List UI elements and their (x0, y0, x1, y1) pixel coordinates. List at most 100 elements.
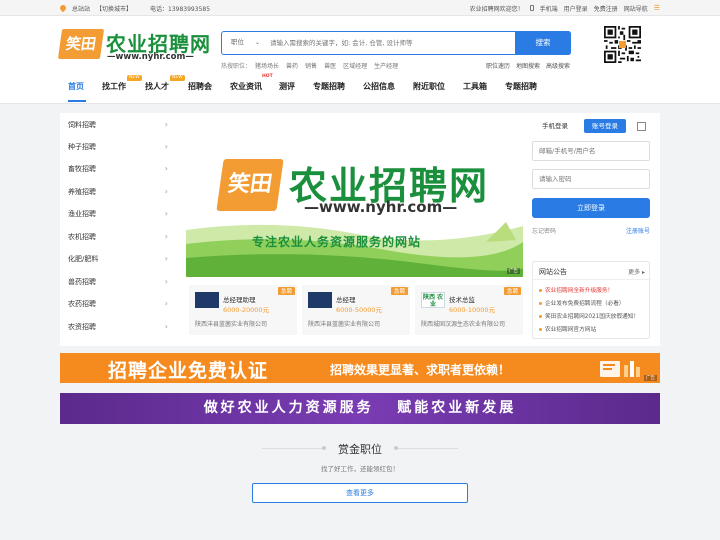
divider (533, 279, 651, 280)
sidebar-item-label: 种子招聘 (68, 143, 96, 151)
hot-word[interactable]: 兽医 (324, 61, 336, 70)
mobile-link[interactable]: 手机端 (540, 4, 558, 13)
mobile-phone-icon (529, 5, 534, 11)
chevron-down-icon: ⌄ (254, 39, 260, 46)
login-button[interactable]: 立即登录 (532, 198, 650, 218)
company-logo (195, 292, 219, 308)
nav-public-recruit[interactable]: 公招信息 (363, 81, 395, 92)
menu-icon[interactable]: ☰ (654, 4, 660, 12)
site-logo[interactable]: 笑田 农业招聘网 —www.nyhr.com— (57, 28, 210, 64)
company-logo (308, 292, 332, 308)
nav-assessment[interactable]: 测评 (279, 81, 295, 92)
site-nav-link[interactable]: 网站导航 (624, 4, 648, 13)
notice-item[interactable]: 农业招聘网官方网站 (539, 324, 596, 333)
ad-banner-certification[interactable]: 招聘企业免费认证 招聘效果更显著、求职者更依赖！ 广告 (60, 353, 660, 383)
notice-item[interactable]: 笑田农业招聘网2021国庆放假通知！ (539, 311, 639, 320)
sidebar-item-label: 畜牧招聘 (68, 165, 96, 173)
hot-word[interactable]: 兽药 (286, 61, 298, 70)
category-sidebar: 饲料招聘 › 种子招聘 › 畜牧招聘 › 养殖招聘 › 渔业招聘 › 农机招聘 › 化肥/肥… (60, 113, 178, 346)
section-title: 赏金职位 (338, 443, 382, 456)
user-login-link[interactable]: 用户登录 (564, 4, 588, 13)
forgot-password-link[interactable]: 忘记密码 (532, 226, 556, 235)
hot-word[interactable]: 销售 (305, 61, 317, 70)
nav-special-recruit[interactable]: 专题招聘 (313, 81, 345, 92)
nav-active-indicator (68, 100, 86, 102)
main-nav: 首页 找工作 NEW 找人才 NEW 招聘会 农业资讯 测评 HOT 专题招聘 … (0, 72, 720, 104)
register-link[interactable]: 注册账号 (626, 226, 650, 235)
search-input[interactable] (270, 32, 510, 53)
sidebar-item-vet-drug[interactable]: 兽药招聘 › (68, 271, 168, 293)
search-bar: 职位 ⌄ 搜索 (221, 30, 571, 55)
banner-url: —www.nyhr.com— (304, 198, 458, 216)
top-bar: 总站站 【切换城市】 电话：13983993585 农业招聘网欢迎您！ 手机端 … (0, 0, 720, 16)
username-field[interactable] (532, 141, 650, 161)
notice-item[interactable]: 企业发布免费招聘流程（必看） (539, 298, 625, 307)
site-label: 总站站 (72, 5, 91, 13)
search-category-select[interactable]: 职位 ⌄ (222, 32, 266, 53)
resume-link[interactable]: 职位速历 (486, 61, 510, 70)
search-button[interactable]: 搜索 (515, 30, 571, 55)
nav-home[interactable]: 首页 (68, 81, 84, 92)
sidebar-item-pesticide[interactable]: 农药招聘 › (68, 293, 168, 315)
nav-find-talent[interactable]: 找人才 (145, 81, 169, 92)
sidebar-item-machinery[interactable]: 农机招聘 › (68, 226, 168, 248)
view-more-button[interactable]: 查看更多 (252, 483, 468, 503)
sidebar-item-fertilizer[interactable]: 化肥/肥料 › (68, 248, 168, 270)
map-search-link[interactable]: 地图搜索 (516, 61, 540, 70)
sidebar-item-livestock[interactable]: 畜牧招聘 › (68, 158, 168, 180)
sidebar-item-seed[interactable]: 种子招聘 › (68, 136, 168, 158)
sidebar-item-label: 养殖招聘 (68, 188, 96, 196)
chevron-right-icon: › (164, 277, 168, 286)
tab-account-login[interactable]: 账号登录 (584, 119, 626, 133)
job-company: 陕西城固汉源生态农业有限公司 (421, 321, 506, 328)
nav-news[interactable]: 农业资讯 (230, 81, 262, 92)
sidebar-item-agri-supply[interactable]: 农资招聘 › (68, 316, 168, 338)
notice-item[interactable]: 农业招聘网全新升级服务！ (539, 285, 613, 294)
chevron-right-icon: › (164, 232, 168, 241)
chevron-right-icon: › (164, 164, 168, 173)
login-panel: 手机登录 账号登录 立即登录 忘记密码 注册账号 网站公告 更多 ▸ 农业招聘网… (532, 113, 660, 346)
ad-illustration (600, 361, 640, 377)
ad-banner-hr-service[interactable]: 做好农业人力资源服务 赋能农业新发展 (60, 393, 660, 424)
advanced-search-link[interactable]: 高级搜索 (546, 61, 570, 70)
job-salary: 6000-20000元 (223, 306, 270, 314)
nav-special-recruit-2[interactable]: 专题招聘 (505, 81, 537, 92)
tab-mobile-login[interactable]: 手机登录 (534, 119, 576, 133)
job-title: 总经理 (336, 296, 356, 304)
sidebar-item-feed[interactable]: 饲料招聘 › (68, 114, 168, 136)
section-subtitle: 找了好工作，还能领红包！ (321, 465, 399, 473)
chevron-right-icon: › (164, 322, 168, 331)
logo-badge: 笑田 (57, 29, 105, 59)
urgent-tag: 急聘 (503, 287, 521, 295)
nav-nearby-jobs[interactable]: 附近职位 (413, 81, 445, 92)
job-card[interactable]: 总经理 6000-50000元 陕西沣县蓝菌实业有限公司 急聘 (302, 285, 410, 335)
nav-find-job[interactable]: 找工作 (102, 81, 126, 92)
sidebar-item-label: 渔业招聘 (68, 210, 96, 218)
hero-banner[interactable]: 笑田 农业招聘网 —www.nyhr.com— 专注农业人务资源服务的网站 广告 (186, 122, 523, 277)
contact-phone: 电话：13983993585 (150, 5, 211, 13)
notice-more-link[interactable]: 更多 ▸ (628, 267, 645, 276)
hot-word[interactable]: 区域经理 (343, 61, 367, 70)
switch-city-link[interactable]: 【切换城市】 (96, 4, 132, 13)
nav-job-fair[interactable]: 招聘会 (188, 81, 212, 92)
free-register-link[interactable]: 免费注册 (594, 4, 618, 13)
sidebar-item-label: 饲料招聘 (68, 121, 96, 129)
sidebar-item-breeding[interactable]: 养殖招聘 › (68, 181, 168, 203)
hot-word[interactable]: 生产经理 (374, 61, 398, 70)
job-title: 总经理助理 (223, 296, 256, 304)
hot-word[interactable]: 猪场场长 (255, 61, 279, 70)
banner-logo-badge: 笑田 (216, 159, 284, 211)
nav-toolbox[interactable]: 工具箱 (463, 81, 487, 92)
qr-login-icon[interactable] (637, 122, 646, 131)
urgent-tag: 急聘 (277, 287, 295, 295)
password-field[interactable] (532, 169, 650, 189)
header: 笑田 农业招聘网 —www.nyhr.com— 职位 ⌄ 搜索 热搜职位： 猪场… (0, 16, 720, 72)
job-card[interactable]: 陕西 农业 技术总监 6000-10000元 陕西城固汉源生态农业有限公司 急聘 (415, 285, 523, 335)
new-badge: NEW (127, 75, 142, 81)
urgent-tag: 急聘 (390, 287, 408, 295)
job-card[interactable]: 总经理助理 6000-20000元 陕西沣县蓝菌实业有限公司 急聘 (189, 285, 297, 335)
sidebar-item-label: 化肥/肥料 (68, 255, 99, 263)
chevron-right-icon: › (164, 299, 168, 308)
sidebar-item-label: 农药招聘 (68, 300, 96, 308)
sidebar-item-fishery[interactable]: 渔业招聘 › (68, 203, 168, 225)
